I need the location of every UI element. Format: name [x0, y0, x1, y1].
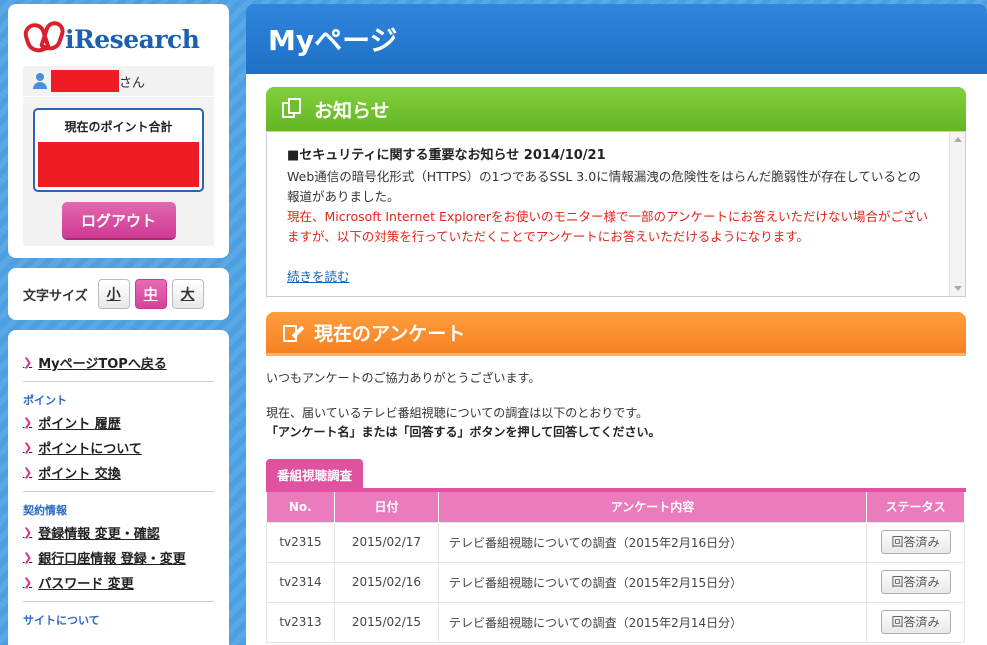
points-title: 現在のポイント合計	[64, 120, 173, 134]
survey-status-cell: 回答済み	[866, 601, 965, 643]
scroll-up-arrow-icon[interactable]	[954, 137, 962, 142]
column-header-no: No.	[266, 492, 335, 522]
survey-content-link[interactable]: テレビ番組視聴についての調査（2015年2月15日分）	[438, 561, 867, 603]
user-row: さん	[23, 66, 214, 96]
chevron-right-icon: ❯	[23, 526, 33, 539]
main-content: Myページ お知らせ ■セキュリティに関する重要なお知らせ 2014/10/21…	[246, 4, 987, 645]
edit-pen-icon	[282, 322, 305, 344]
page-header: Myページ	[246, 4, 987, 74]
column-header-content: アンケート内容	[438, 492, 867, 522]
nav-divider	[23, 381, 214, 382]
table-row: tv2313 2015/02/15 テレビ番組視聴についての調査（2015年2月…	[266, 601, 965, 643]
points-box: 現在のポイント合計	[33, 108, 204, 192]
font-size-label: 文字サイズ	[23, 288, 88, 304]
chevron-right-icon: ❯	[23, 356, 33, 369]
answered-button[interactable]: 回答済み	[880, 570, 951, 594]
logo[interactable]: iResearch	[20, 12, 214, 66]
notice-scrollbar[interactable]	[949, 132, 965, 296]
points-wrap: 現在のポイント合計 ログアウト	[23, 97, 214, 246]
sidebar: iResearch さん 現在のポイント合計 ログアウト 文字サイズ 小 中 大…	[8, 4, 229, 645]
answered-button[interactable]: 回答済み	[880, 530, 951, 554]
nav-section-points: ポイント	[23, 394, 67, 407]
profile-panel: iResearch さん 現在のポイント合計 ログアウト	[8, 4, 229, 258]
notice-heading: お知らせ	[314, 99, 390, 122]
column-header-status: ステータス	[866, 492, 965, 522]
survey-instruction: 現在、届いているテレビ番組視聴についての調査は以下のとおりです。	[266, 406, 649, 420]
notice-alert-text: 現在、Microsoft Internet Explorerをお使いのモニター様…	[287, 209, 929, 244]
scroll-down-arrow-icon[interactable]	[954, 286, 962, 291]
nav-link-password[interactable]: ❯ パスワード 変更	[23, 570, 214, 595]
notice-header: お知らせ	[266, 87, 966, 131]
chevron-right-icon: ❯	[23, 416, 33, 429]
survey-no: tv2314	[266, 561, 335, 603]
column-header-date: 日付	[334, 492, 439, 522]
table-row: tv2315 2015/02/17 テレビ番組視聴についての調査（2015年2月…	[266, 521, 965, 563]
survey-table: No. 日付 アンケート内容 ステータス tv2315 2015/02/17 テ…	[266, 492, 965, 643]
survey-intro: いつもアンケートのご協力ありがとうございます。	[266, 371, 541, 385]
font-size-small-button[interactable]: 小	[97, 279, 130, 309]
chevron-right-icon: ❯	[23, 576, 33, 589]
nav-link-point-exchange[interactable]: ❯ ポイント 交換	[23, 460, 214, 485]
nav-link-mypage-top[interactable]: ❯ MyページTOPへ戻る	[23, 350, 214, 375]
logout-button[interactable]: ログアウト	[61, 202, 176, 238]
nav-divider	[23, 601, 214, 602]
font-size-large-button[interactable]: 大	[171, 279, 204, 309]
survey-status-cell: 回答済み	[866, 561, 965, 603]
table-header-row: No. 日付 アンケート内容 ステータス	[266, 492, 965, 522]
survey-no: tv2315	[266, 521, 335, 563]
notice-body: Web通信の暗号化形式（HTTPS）の1つであるSSL 3.0に情報漏洩の危険性…	[287, 169, 921, 204]
chevron-right-icon: ❯	[23, 441, 33, 454]
nav-link-point-history[interactable]: ❯ ポイント 履歴	[23, 410, 214, 435]
table-row: tv2314 2015/02/16 テレビ番組視聴についての調査（2015年2月…	[266, 561, 965, 603]
chevron-right-icon: ❯	[23, 466, 33, 479]
nav-divider	[23, 491, 214, 492]
notice-box[interactable]: ■セキュリティに関する重要なお知らせ 2014/10/21 Web通信の暗号化形…	[266, 131, 966, 297]
tab-program-survey[interactable]: 番組視聴調査	[266, 459, 364, 492]
logo-heart-icon	[20, 18, 71, 59]
username-redacted	[51, 70, 119, 92]
answered-button[interactable]: 回答済み	[880, 610, 951, 634]
user-icon	[33, 73, 47, 89]
nav-link-about-points[interactable]: ❯ ポイントについて	[23, 435, 214, 460]
survey-content-link[interactable]: テレビ番組視聴についての調査（2015年2月16日分）	[438, 521, 867, 563]
nav-link-bank-account[interactable]: ❯ 銀行口座情報 登録・変更	[23, 545, 214, 570]
logo-text: iResearch	[65, 24, 200, 54]
survey-no: tv2313	[266, 601, 335, 643]
survey-date: 2015/02/17	[334, 521, 439, 563]
font-size-medium-button[interactable]: 中	[134, 279, 167, 309]
nav-panel: ❯ MyページTOPへ戻る ポイント ❯ ポイント 履歴 ❯ ポイントについて ❯ ポイ…	[8, 330, 229, 645]
survey-instruction-bold: 「アンケート名」または「回答する」ボタンを押して回答してください。	[266, 425, 661, 439]
survey-heading: 現在のアンケート	[314, 323, 466, 345]
points-value-redacted	[38, 142, 199, 187]
survey-section: 現在のアンケート いつもアンケートのご協力ありがとうございます。 現在、届いてい…	[266, 312, 966, 643]
user-suffix: さん	[119, 75, 146, 91]
nav-link-registration[interactable]: ❯ 登録情報 変更・確認	[23, 520, 214, 545]
nav-section-contract: 契約情報	[23, 504, 67, 517]
content-area: お知らせ ■セキュリティに関する重要なお知らせ 2014/10/21 Web通信…	[246, 74, 987, 645]
chevron-right-icon: ❯	[23, 551, 33, 564]
font-size-panel: 文字サイズ 小 中 大	[8, 268, 229, 320]
survey-content-link[interactable]: テレビ番組視聴についての調査（2015年2月14日分）	[438, 601, 867, 643]
survey-tab-row: 番組視聴調査	[266, 459, 966, 492]
survey-header: 現在のアンケート	[266, 312, 966, 356]
survey-date: 2015/02/15	[334, 601, 439, 643]
page-title: Myページ	[268, 24, 398, 57]
survey-status-cell: 回答済み	[866, 521, 965, 563]
documents-icon	[282, 98, 304, 120]
nav-section-site: サイトについて	[23, 614, 100, 627]
notice-title: ■セキュリティに関する重要なお知らせ 2014/10/21	[287, 148, 606, 163]
read-more-link[interactable]: 続きを読む	[287, 266, 350, 285]
survey-date: 2015/02/16	[334, 561, 439, 603]
